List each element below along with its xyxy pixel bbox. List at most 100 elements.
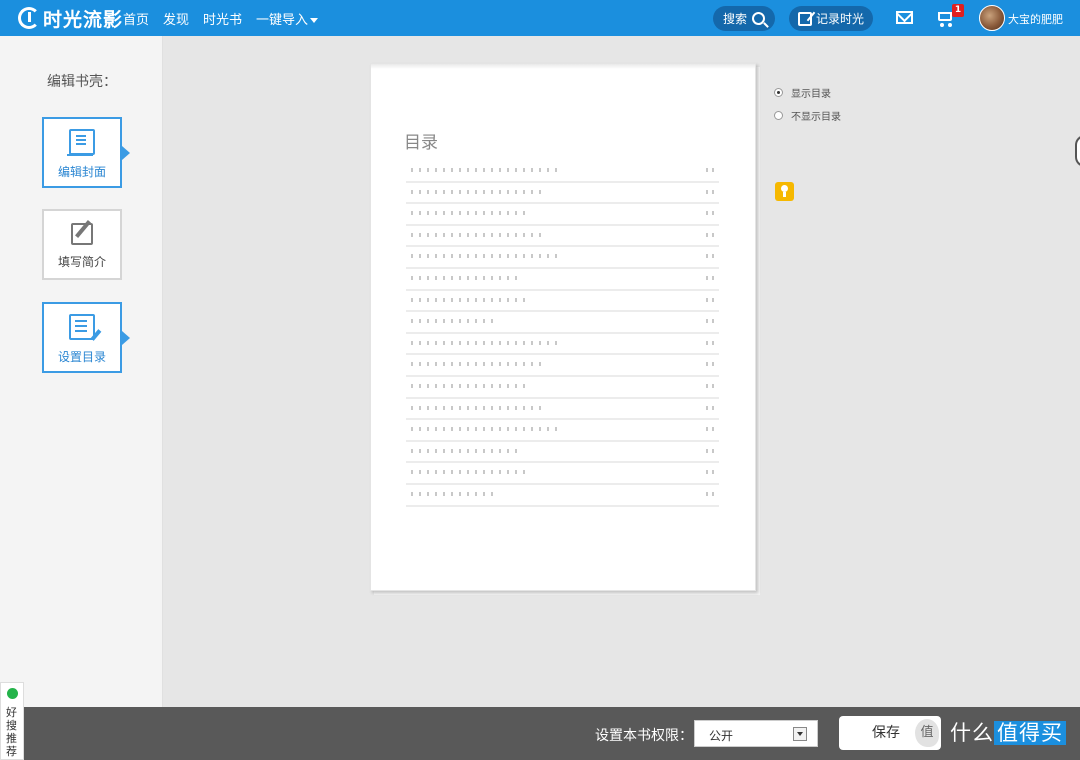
- side-collapse-handle[interactable]: [1075, 135, 1080, 167]
- toc-entry-placeholder: [411, 362, 543, 367]
- toc-row: [406, 399, 719, 421]
- nav-discover[interactable]: 发现: [163, 9, 189, 28]
- toc-page-placeholder: [706, 448, 716, 453]
- logo-clock-icon: [18, 7, 40, 29]
- toc-row: [406, 355, 719, 377]
- toc-entry-placeholder: [411, 232, 543, 237]
- record-time-button[interactable]: 记录时光: [789, 6, 873, 31]
- toc-row: [406, 291, 719, 313]
- save-label: 保存: [872, 725, 900, 741]
- sidebar-title: 编辑书壳：: [47, 74, 117, 90]
- toc-page-placeholder: [706, 405, 716, 410]
- edit-icon: [798, 11, 812, 26]
- avatar[interactable]: [979, 5, 1005, 31]
- toc-row: [406, 377, 719, 399]
- username-link[interactable]: 大宝的肥肥: [1008, 11, 1063, 27]
- toc-row: [406, 183, 719, 205]
- permission-label: 设置本书权限：: [595, 728, 693, 744]
- toc-page-placeholder: [706, 168, 716, 172]
- toc-entry-placeholder: [411, 405, 543, 410]
- toc-page-placeholder: [706, 297, 716, 302]
- logo-text: 时光流影: [43, 8, 124, 31]
- nav-home[interactable]: 首页: [123, 9, 149, 28]
- toc-row: [406, 247, 719, 269]
- sidebar-item-label: 设置目录: [57, 350, 106, 364]
- save-button[interactable]: 保存 值: [839, 716, 941, 750]
- toc-row: [406, 204, 719, 226]
- main-nav: 首页 发现 时光书 一键导入: [123, 0, 332, 36]
- toc-entry-placeholder: [411, 275, 519, 280]
- sidebar-item-set-toc[interactable]: 设置目录: [42, 302, 130, 373]
- watermark-prefix: 什么: [950, 721, 994, 745]
- chevron-down-icon: [310, 17, 319, 23]
- book-shell-sidebar: 编辑书壳： 编辑封面 填写简介 设置目录: [0, 36, 163, 707]
- sidebar-item-edit-cover[interactable]: 编辑封面: [42, 117, 130, 188]
- toc-page-placeholder: [706, 383, 716, 388]
- status-dot-icon: [7, 688, 18, 699]
- radio-selected-icon[interactable]: [774, 88, 783, 97]
- toc-row: [406, 420, 719, 442]
- nav-timebook[interactable]: 时光书: [203, 9, 242, 28]
- cart-count-badge: 1: [952, 4, 964, 17]
- sidebar-item-label: 编辑封面: [57, 165, 106, 179]
- toc-page-placeholder: [706, 254, 716, 259]
- search-button[interactable]: 搜索: [713, 6, 775, 31]
- sidebar-item-label: 填写简介: [57, 255, 106, 269]
- toc-page-placeholder: [706, 275, 716, 280]
- toc-entry-placeholder: [411, 470, 527, 475]
- toc-entry-placeholder: [411, 427, 559, 432]
- show-toc-option[interactable]: 显示目录: [774, 81, 841, 104]
- cart-wheel: [948, 23, 952, 27]
- bottom-action-bar: 设置本书权限： 公开 保存 值 什么 值得买: [0, 707, 1080, 760]
- toc-title: 目录: [404, 133, 438, 153]
- toc-page-placeholder: [706, 211, 716, 216]
- toc-page-placeholder: [706, 470, 716, 475]
- nav-import[interactable]: 一键导入: [256, 9, 319, 28]
- toc-entry-placeholder: [411, 189, 543, 194]
- toc-row: [406, 334, 719, 356]
- toc-page-placeholder: [706, 491, 716, 496]
- toc-entry-placeholder: [411, 491, 493, 496]
- edit-pencil-icon: [71, 223, 93, 245]
- toc-page-placeholder: [706, 319, 716, 324]
- toc-page-placeholder: [706, 232, 716, 237]
- toc-row: [406, 312, 719, 334]
- radio-icon[interactable]: [774, 111, 783, 120]
- toc-row: [406, 485, 719, 507]
- show-toc-label: 显示目录: [791, 89, 831, 100]
- toc-entry-placeholder: [411, 319, 493, 324]
- search-label: 搜索: [723, 12, 748, 26]
- toc-placeholder-list: [406, 161, 719, 507]
- lightbulb-tip-icon[interactable]: [775, 182, 794, 201]
- search-icon: [752, 12, 765, 25]
- toc-entry-placeholder: [411, 340, 559, 345]
- mail-icon[interactable]: [896, 11, 913, 24]
- toc-row: [406, 442, 719, 464]
- list-edit-icon: [69, 314, 95, 340]
- toc-entry-placeholder: [411, 448, 519, 453]
- site-logo[interactable]: 时光流影: [18, 5, 123, 31]
- recommend-widget[interactable]: 好搜推荐: [0, 682, 24, 760]
- hide-toc-label: 不显示目录: [791, 112, 841, 123]
- toc-entry-placeholder: [411, 254, 559, 259]
- toc-page-placeholder: [706, 362, 716, 367]
- permission-value: 公开: [709, 729, 734, 743]
- cart-basket: [938, 12, 952, 21]
- save-extra-mark: 值: [915, 719, 939, 747]
- permission-select[interactable]: 公开: [694, 720, 818, 747]
- toc-page-preview: 目录: [370, 63, 756, 591]
- toc-entry-placeholder: [411, 211, 527, 216]
- toc-page-placeholder: [706, 189, 716, 194]
- cart-wheel: [940, 23, 944, 27]
- watermark-highlight: 值得买: [994, 721, 1066, 745]
- hide-toc-option[interactable]: 不显示目录: [774, 104, 841, 127]
- sidebar-item-write-intro[interactable]: 填写简介: [42, 209, 122, 280]
- top-nav-bar: 时光流影 首页 发现 时光书 一键导入 搜索 记录时光 1 大宝的肥肥: [0, 0, 1080, 36]
- record-label: 记录时光: [815, 12, 864, 26]
- toc-row: [406, 226, 719, 248]
- watermark: 什么 值得买: [950, 717, 1066, 747]
- toc-row: [406, 269, 719, 291]
- dropdown-arrow-icon[interactable]: [793, 727, 807, 741]
- toc-entry-placeholder: [411, 383, 527, 388]
- book-cover-icon: [67, 129, 95, 156]
